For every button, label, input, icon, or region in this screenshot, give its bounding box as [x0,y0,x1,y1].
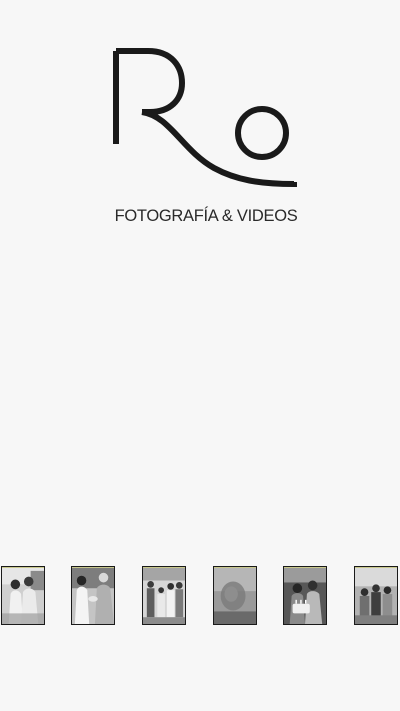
thumbnail-2[interactable] [71,566,115,625]
logo-letter-r-swoosh [141,109,297,188]
ro-logo[interactable] [110,46,300,192]
logo-letter-r-bowl [116,48,185,115]
thumbnail-1[interactable] [1,566,45,625]
thumbnail-5[interactable] [283,566,327,625]
thumbnail-3[interactable] [142,566,186,625]
thumbnail-4[interactable] [213,566,257,625]
logo-letter-o [235,106,289,160]
thumbnail-6[interactable] [354,566,398,625]
header: FOTOGRAFÍA & VIDEOS [0,0,400,240]
photo-strip [0,566,400,627]
brand-subtitle: FOTOGRAFÍA & VIDEOS [114,207,298,225]
